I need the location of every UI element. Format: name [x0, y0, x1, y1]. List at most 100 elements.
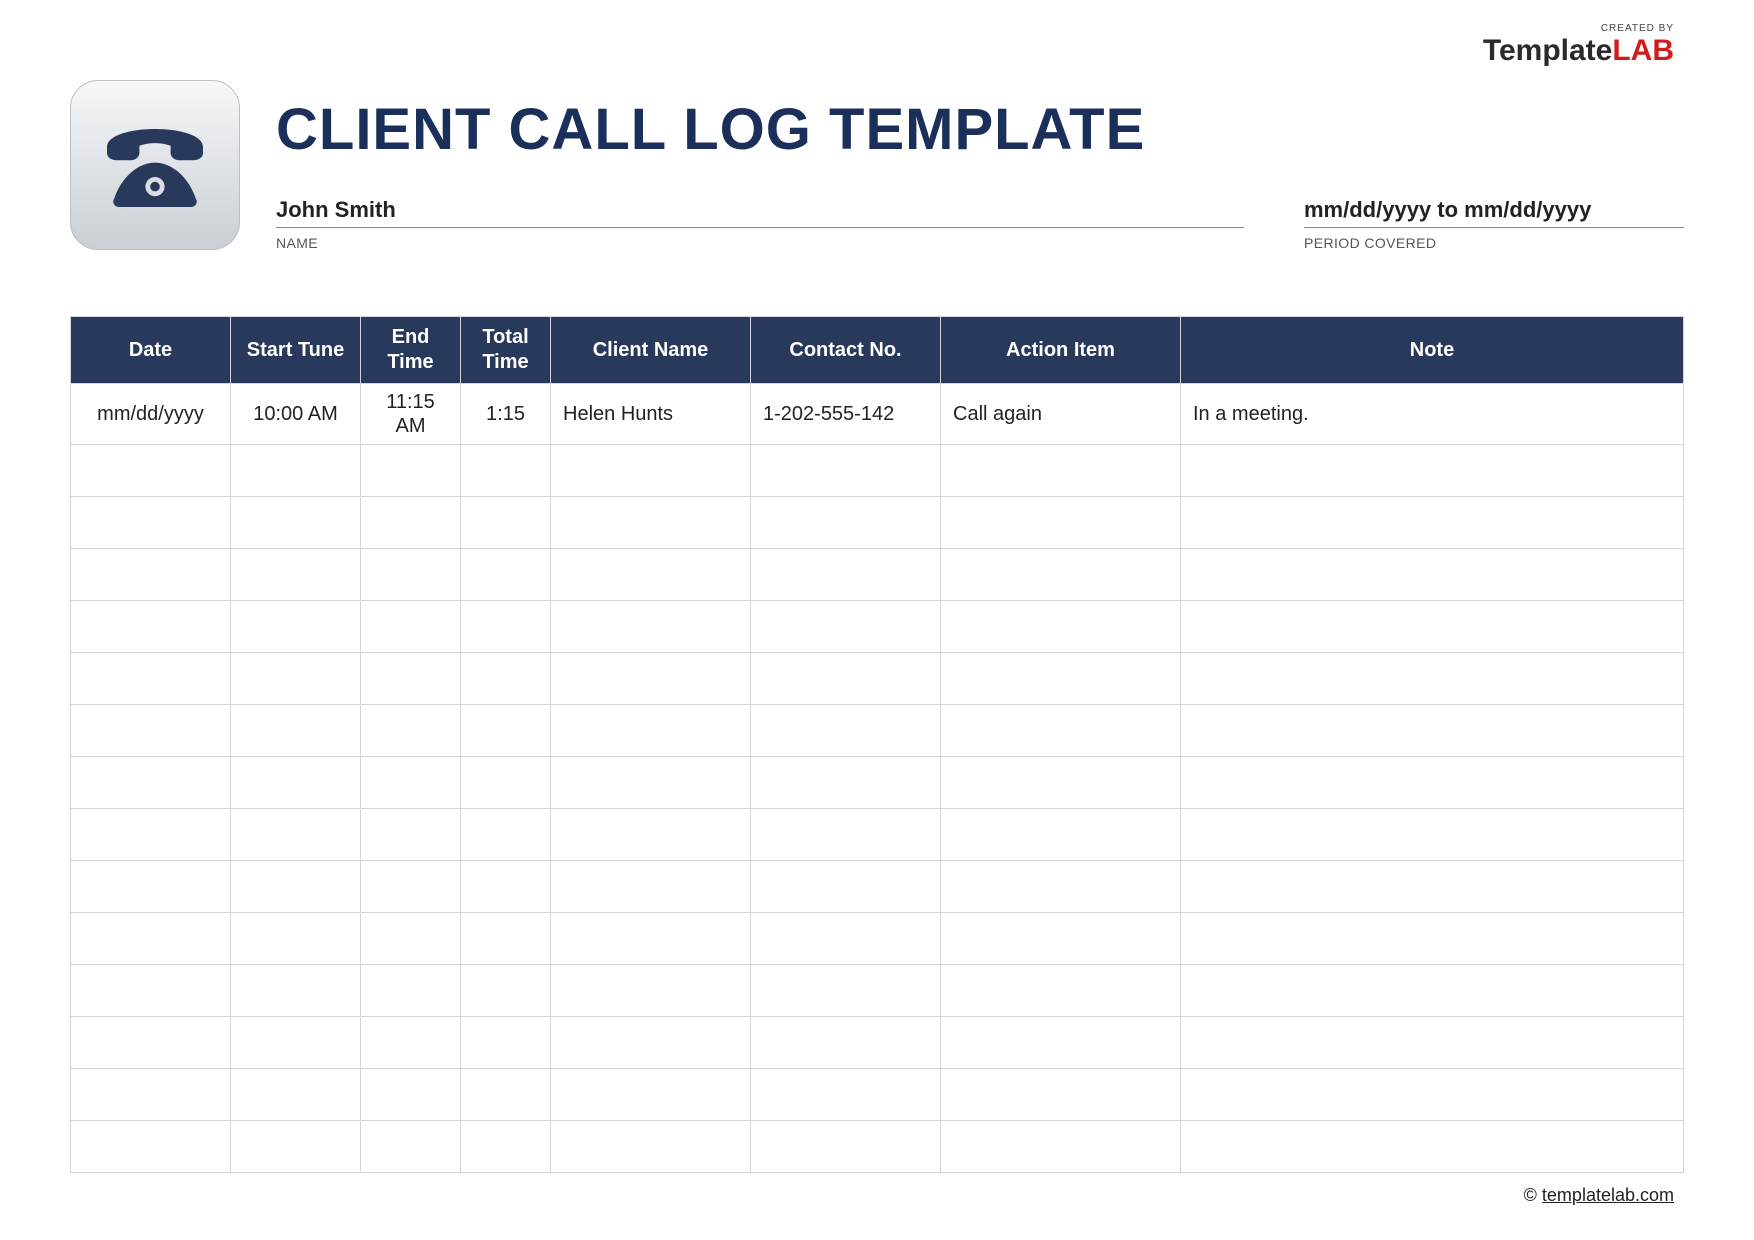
cell-client [551, 1121, 751, 1173]
table-row [71, 913, 1684, 965]
name-label: NAME [276, 231, 318, 251]
cell-total [461, 861, 551, 913]
cell-total [461, 1069, 551, 1121]
col-client: Client Name [551, 317, 751, 384]
cell-total [461, 757, 551, 809]
brand-wordmark: TemplateLAB [1483, 36, 1674, 66]
cell-action [941, 809, 1181, 861]
cell-end: 11:15 AM [361, 384, 461, 445]
cell-action [941, 549, 1181, 601]
cell-date [71, 861, 231, 913]
table-row [71, 757, 1684, 809]
cell-action [941, 445, 1181, 497]
title-block: CLIENT CALL LOG TEMPLATE John Smith NAME… [276, 80, 1684, 228]
cell-total [461, 965, 551, 1017]
cell-note [1181, 913, 1684, 965]
cell-start [231, 705, 361, 757]
cell-note [1181, 549, 1684, 601]
cell-action [941, 913, 1181, 965]
col-date: Date [71, 317, 231, 384]
cell-date: mm/dd/yyyy [71, 384, 231, 445]
cell-start [231, 861, 361, 913]
cell-client [551, 809, 751, 861]
brand-created-by: CREATED BY [1483, 24, 1674, 34]
cell-total [461, 549, 551, 601]
table-row [71, 705, 1684, 757]
cell-client [551, 861, 751, 913]
cell-start [231, 549, 361, 601]
col-end: End Time [361, 317, 461, 384]
table-row: mm/dd/yyyy10:00 AM11:15 AM1:15Helen Hunt… [71, 384, 1684, 445]
cell-note [1181, 497, 1684, 549]
meta-name: John Smith NAME [276, 197, 1244, 228]
cell-date [71, 809, 231, 861]
cell-total [461, 1121, 551, 1173]
page-title: CLIENT CALL LOG TEMPLATE [276, 96, 1684, 163]
brand-logo: CREATED BY TemplateLAB [1483, 24, 1674, 66]
table-row [71, 549, 1684, 601]
cell-start [231, 1069, 361, 1121]
cell-date [71, 705, 231, 757]
cell-date [71, 497, 231, 549]
cell-date [71, 549, 231, 601]
cell-client [551, 549, 751, 601]
cell-end [361, 1121, 461, 1173]
cell-start [231, 601, 361, 653]
footer-link[interactable]: templatelab.com [1542, 1185, 1674, 1205]
call-log-table: Date Start Tune End Time Total Time Clie… [70, 316, 1684, 1173]
cell-date [71, 601, 231, 653]
table-row [71, 497, 1684, 549]
cell-start [231, 757, 361, 809]
cell-action: Call again [941, 384, 1181, 445]
telephone-icon [95, 105, 215, 225]
table-row [71, 653, 1684, 705]
cell-note [1181, 653, 1684, 705]
cell-contact: 1-202-555-142 [751, 384, 941, 445]
table-row [71, 445, 1684, 497]
brand-name-part1: Template [1483, 34, 1612, 67]
cell-note [1181, 757, 1684, 809]
cell-note [1181, 861, 1684, 913]
meta-row: John Smith NAME mm/dd/yyyy to mm/dd/yyyy… [276, 197, 1684, 228]
cell-start [231, 965, 361, 1017]
cell-client [551, 1069, 751, 1121]
cell-contact [751, 913, 941, 965]
cell-client [551, 705, 751, 757]
cell-contact [751, 757, 941, 809]
col-total: Total Time [461, 317, 551, 384]
cell-contact [751, 965, 941, 1017]
cell-client: Helen Hunts [551, 384, 751, 445]
cell-note [1181, 809, 1684, 861]
cell-action [941, 1017, 1181, 1069]
cell-note [1181, 601, 1684, 653]
cell-date [71, 965, 231, 1017]
col-start: Start Tune [231, 317, 361, 384]
cell-note [1181, 1017, 1684, 1069]
document-header: CLIENT CALL LOG TEMPLATE John Smith NAME… [70, 80, 1684, 250]
footer: © templatelab.com [1524, 1185, 1674, 1206]
table-row [71, 861, 1684, 913]
cell-total [461, 913, 551, 965]
cell-end [361, 1069, 461, 1121]
cell-action [941, 653, 1181, 705]
meta-period: mm/dd/yyyy to mm/dd/yyyy PERIOD COVERED [1304, 197, 1684, 228]
cell-start [231, 653, 361, 705]
table-row [71, 965, 1684, 1017]
cell-action [941, 965, 1181, 1017]
cell-date [71, 445, 231, 497]
cell-contact [751, 601, 941, 653]
cell-client [551, 913, 751, 965]
cell-end [361, 861, 461, 913]
cell-contact [751, 653, 941, 705]
cell-note [1181, 965, 1684, 1017]
phone-icon [70, 80, 240, 250]
col-contact: Contact No. [751, 317, 941, 384]
cell-note [1181, 1069, 1684, 1121]
cell-end [361, 653, 461, 705]
cell-total [461, 601, 551, 653]
cell-date [71, 913, 231, 965]
cell-end [361, 809, 461, 861]
cell-action [941, 601, 1181, 653]
cell-contact [751, 809, 941, 861]
cell-client [551, 653, 751, 705]
